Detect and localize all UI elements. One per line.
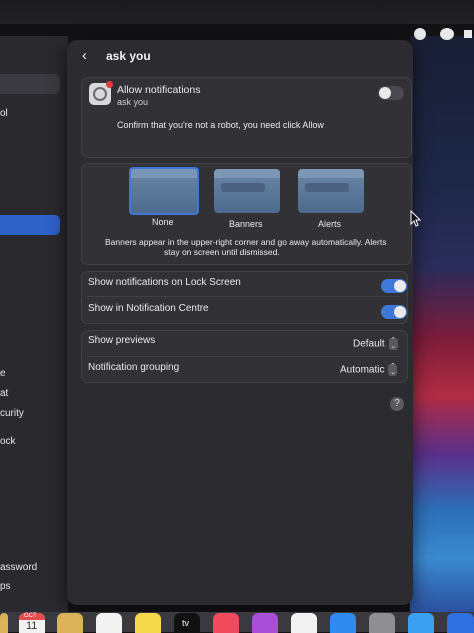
control-centre-icon[interactable]: [440, 28, 454, 40]
lock-screen-label: Show notifications on Lock Screen: [88, 277, 241, 288]
music-icon[interactable]: [213, 613, 239, 633]
show-previews-value: Default: [353, 338, 385, 350]
notification-grouping-value: Automatic: [340, 364, 385, 376]
alert-style-alerts-label: Alerts: [318, 219, 342, 229]
calendar-icon[interactable]: OCT 11: [19, 613, 45, 633]
news-icon[interactable]: [291, 613, 317, 633]
status-icon[interactable]: [414, 28, 426, 40]
alert-style-description-line1: Banners appear in the upper-right corner…: [105, 237, 387, 247]
app-store-icon[interactable]: [330, 613, 356, 633]
tv-label: tv: [182, 618, 190, 628]
calendar-day: 11: [26, 620, 38, 632]
calendar-month: OCT: [24, 613, 37, 619]
app-icon: [89, 81, 113, 105]
badge-icon: [106, 81, 113, 88]
alert-style-none-label: None: [152, 217, 174, 227]
sidebar-item[interactable]: ps: [0, 581, 11, 592]
divider: [87, 356, 400, 357]
reminders-icon[interactable]: [96, 613, 122, 633]
notification-grouping-select[interactable]: Automatic ⌃ ⌄: [340, 363, 398, 376]
dock-app-icon[interactable]: [408, 613, 434, 633]
allow-notifications-label: Allow notifications: [117, 84, 201, 96]
help-button[interactable]: ?: [390, 397, 404, 411]
notification-centre-label: Show in Notification Centre: [88, 303, 209, 314]
alert-style-alerts-option[interactable]: [298, 169, 364, 213]
stepper-icon: ⌃ ⌄: [388, 363, 398, 376]
podcasts-icon[interactable]: [252, 613, 278, 633]
notification-grouping-label: Notification grouping: [88, 362, 180, 373]
notification-centre-toggle[interactable]: [381, 305, 407, 319]
notes-icon[interactable]: [135, 613, 161, 633]
contacts-icon[interactable]: [57, 613, 83, 633]
alert-style-banners-label: Banners: [229, 219, 263, 229]
apple-tv-icon[interactable]: tv: [174, 613, 200, 633]
sidebar-item[interactable]: ol: [0, 108, 8, 119]
lock-screen-toggle[interactable]: [381, 279, 407, 293]
alert-style-banners-option[interactable]: [214, 169, 280, 213]
alert-style-description-line2: stay on screen until dismissed.: [164, 247, 280, 257]
show-previews-label: Show previews: [88, 335, 156, 346]
allow-notifications-toggle[interactable]: [378, 86, 404, 100]
sidebar-search-field[interactable]: [0, 74, 60, 94]
settings-sidebar: [0, 36, 68, 618]
sidebar-item[interactable]: curity: [0, 408, 24, 419]
menu-extra-icon[interactable]: [464, 30, 472, 38]
dock-app-icon[interactable]: [447, 613, 474, 633]
show-previews-select[interactable]: Default ⌃ ⌄: [353, 337, 398, 350]
divider: [87, 296, 400, 297]
back-button[interactable]: ‹: [82, 47, 96, 65]
system-settings-icon[interactable]: [369, 613, 395, 633]
mouse-cursor-icon: [410, 210, 422, 227]
sidebar-selected-item[interactable]: [0, 215, 60, 235]
sidebar-item[interactable]: e: [0, 368, 6, 379]
dock-app-icon[interactable]: [0, 613, 8, 633]
desktop-wallpaper: [410, 36, 474, 616]
sidebar-item[interactable]: assword: [0, 562, 37, 573]
top-strip: [0, 24, 474, 36]
stepper-icon: ⌃ ⌄: [388, 337, 398, 350]
app-name-label: ask you: [117, 97, 149, 107]
app-message: Confirm that you're not a robot, you nee…: [117, 120, 324, 130]
alert-style-none-option[interactable]: [129, 167, 199, 215]
sidebar-item[interactable]: at: [0, 388, 8, 399]
sidebar-item[interactable]: ock: [0, 436, 16, 447]
page-title: ask you: [106, 49, 151, 63]
